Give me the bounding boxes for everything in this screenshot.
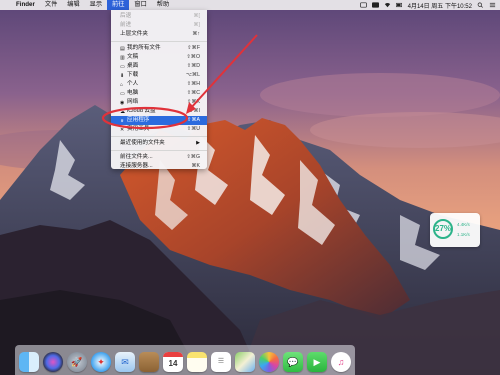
maps-icon[interactable] [235, 352, 255, 372]
reminders-icon[interactable]: ☰ [211, 352, 231, 372]
mail-icon[interactable]: ✉ [115, 352, 135, 372]
download-speed-value: 1.1K/s [457, 232, 470, 237]
itunes-icon[interactable]: ♫ [331, 352, 351, 372]
download-speed: 1.1K/s [457, 232, 470, 237]
highlight-circle [101, 106, 189, 130]
photos-icon[interactable] [259, 352, 279, 372]
arrow-line [189, 34, 258, 110]
upload-speed-value: 4.4K/s [457, 222, 470, 227]
red-annotation [101, 34, 258, 130]
launchpad-icon[interactable]: 🚀 [67, 352, 87, 372]
siri-icon[interactable] [43, 352, 63, 372]
dock: 🚀 ✦ ✉ 14 ☰ 💬 ▶ ♫ 📖 [15, 345, 355, 375]
safari-icon[interactable]: ✦ [91, 352, 111, 372]
cpu-usage-gauge: 27% [433, 219, 453, 239]
notes-icon[interactable] [187, 352, 207, 372]
messages-icon[interactable]: 💬 [283, 352, 303, 372]
facetime-icon[interactable]: ▶ [307, 352, 327, 372]
upload-speed: 4.4K/s [457, 222, 470, 227]
contacts-icon[interactable] [139, 352, 159, 372]
system-monitor-widget[interactable]: 27% 4.4K/s 1.1K/s [430, 213, 480, 247]
calendar-icon[interactable]: 14 [163, 352, 183, 372]
finder-icon[interactable] [19, 352, 39, 372]
